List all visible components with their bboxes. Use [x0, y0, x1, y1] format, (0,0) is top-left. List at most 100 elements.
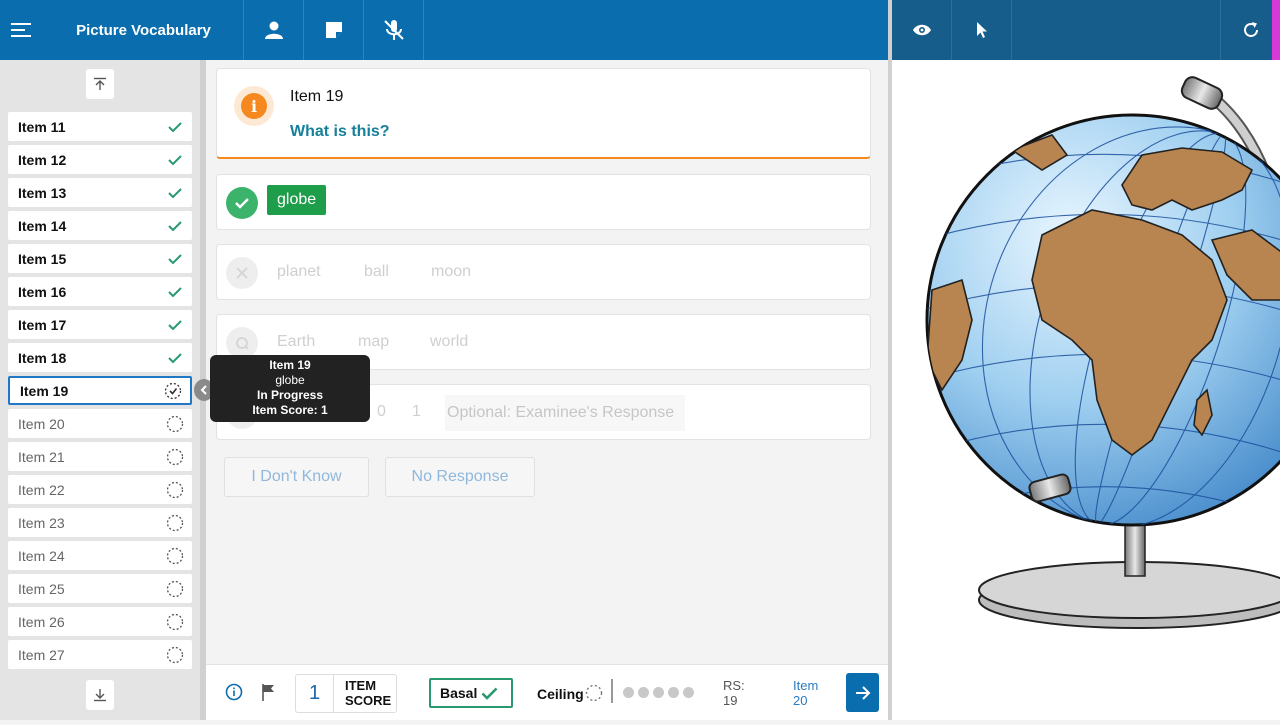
globe-image: [925, 76, 1280, 629]
raw-score: RS: 19: [723, 678, 745, 708]
check-icon: [481, 687, 498, 700]
check-icon: [168, 352, 182, 363]
sidebar-item-label: Item 21: [18, 448, 65, 465]
scroll-bottom-button[interactable]: [86, 680, 114, 710]
pending-icon: [166, 514, 184, 531]
examinee-response-input[interactable]: Optional: Examinee's Response: [445, 395, 685, 431]
sidebar-item-label: Item 11: [18, 118, 66, 135]
sidebar-item-label: Item 20: [18, 415, 65, 432]
item-list: Item 11 Item 12 Item 13 Item 14 Item 15 Item …: [8, 104, 192, 676]
person-icon: [264, 21, 283, 39]
item-sidebar: Item 11 Item 12 Item 13 Item 14 Item 15 Item …: [0, 60, 200, 720]
item-score-box[interactable]: 1 ITEM SCORE: [295, 674, 397, 713]
loading-spinner-icon: [585, 684, 603, 702]
arrow-right-icon: [855, 685, 870, 700]
microphone-off-icon: [383, 20, 404, 40]
sidebar-item-label: Item 19: [20, 382, 69, 399]
check-icon: [168, 220, 182, 231]
sidebar-item[interactable]: Item 17: [8, 310, 192, 339]
info-icon: i: [241, 93, 267, 119]
sidebar-item[interactable]: Item 13: [8, 178, 192, 207]
top-toolbar: Picture Vocabulary: [0, 0, 888, 60]
next-button[interactable]: [846, 673, 879, 712]
notes-button[interactable]: [304, 0, 364, 60]
sidebar-item[interactable]: Item 12: [8, 145, 192, 174]
pending-icon: [166, 646, 184, 663]
score-one-option[interactable]: 1: [412, 403, 421, 421]
correct-response-chip[interactable]: globe: [267, 185, 327, 215]
sidebar-item-label: Item 14: [18, 217, 67, 234]
answer-incorrect[interactable]: planet ball moon: [216, 244, 871, 300]
basal-indicator: Basal: [429, 678, 513, 708]
query-option[interactable]: world: [430, 333, 468, 351]
check-icon: [168, 154, 182, 165]
answer-correct[interactable]: globe: [216, 174, 871, 230]
sidebar-item[interactable]: Item 20: [8, 409, 192, 438]
query-option[interactable]: Earth: [277, 333, 315, 351]
sidebar-item[interactable]: Item 23: [8, 508, 192, 537]
incorrect-option[interactable]: ball: [364, 263, 389, 281]
question-prompt: What is this?: [290, 123, 390, 140]
sidebar-item-label: Item 22: [18, 481, 65, 498]
sidebar-item[interactable]: Item 24: [8, 541, 192, 570]
incorrect-option[interactable]: moon: [431, 263, 471, 281]
dont-know-button[interactable]: I Don't Know: [224, 457, 369, 497]
ceiling-dot: [683, 687, 694, 698]
sidebar-item-label: Item 17: [18, 316, 67, 333]
stimulus-toolbar: [892, 0, 1280, 60]
sidebar-item-label: Item 27: [18, 646, 65, 663]
show-stimulus-button[interactable]: [892, 0, 952, 60]
menu-button[interactable]: [0, 0, 44, 60]
sidebar-item[interactable]: Item 16: [8, 277, 192, 306]
eye-icon: [912, 24, 931, 36]
sidebar-item[interactable]: Item 15: [8, 244, 192, 273]
refresh-button[interactable]: [1220, 0, 1280, 60]
scroll-top-button[interactable]: [86, 69, 114, 99]
sidebar-item[interactable]: Item 14: [8, 211, 192, 240]
in-progress-icon: [164, 382, 182, 399]
query-option[interactable]: map: [358, 333, 389, 351]
sidebar-item-label: Item 16: [18, 283, 67, 300]
question-card: i Item 19 What is this?: [216, 68, 871, 159]
app-title: Picture Vocabulary: [44, 0, 244, 60]
sidebar-item[interactable]: Item 25: [8, 574, 192, 603]
ceiling-dot: [653, 687, 664, 698]
pointer-button[interactable]: [952, 0, 1012, 60]
sidebar-item-label: Item 15: [18, 250, 67, 267]
footer-separator: [611, 679, 613, 703]
microphone-button[interactable]: [364, 0, 424, 60]
sidebar-item[interactable]: Item 18: [8, 343, 192, 372]
tooltip-score: Item Score: 1: [252, 403, 328, 417]
item-tooltip: Item 19 globe In Progress Item Score: 1: [210, 355, 370, 422]
check-icon: [168, 286, 182, 297]
refresh-icon: [1243, 22, 1258, 37]
info-circle-icon[interactable]: [225, 683, 243, 701]
incorrect-option[interactable]: planet: [277, 263, 321, 281]
sidebar-item[interactable]: Item 26: [8, 607, 192, 636]
arrow-to-bottom-icon: [94, 689, 106, 702]
ceiling-dot: [668, 687, 679, 698]
stimulus-panel: [892, 60, 1280, 720]
examinee-button[interactable]: [244, 0, 304, 60]
check-circle-icon: [226, 187, 258, 219]
tooltip-title: Item 19: [269, 358, 311, 372]
ceiling-dot: [638, 687, 649, 698]
check-icon: [168, 121, 182, 132]
chevron-left-icon: [200, 385, 207, 395]
tooltip-status: In Progress: [256, 388, 324, 402]
question-item-label: Item 19: [290, 88, 344, 105]
sidebar-item-label: Item 23: [18, 514, 65, 531]
ceiling-dot: [623, 687, 634, 698]
sidebar-item[interactable]: Item 11: [8, 112, 192, 141]
score-zero-option[interactable]: 0: [377, 403, 386, 421]
sidebar-item[interactable]: Item 21: [8, 442, 192, 471]
sidebar-item-label: Item 26: [18, 613, 65, 630]
tooltip-answer: globe: [275, 373, 305, 387]
sidebar-item[interactable]: Item 27: [8, 640, 192, 669]
next-item-label[interactable]: Item 20: [793, 678, 818, 708]
sidebar-item[interactable]: Item 22: [8, 475, 192, 504]
sidebar-item[interactable]: Item 19: [8, 376, 192, 405]
flag-icon[interactable]: [261, 683, 277, 701]
sidebar-item-label: Item 25: [18, 580, 65, 597]
no-response-button[interactable]: No Response: [385, 457, 535, 497]
